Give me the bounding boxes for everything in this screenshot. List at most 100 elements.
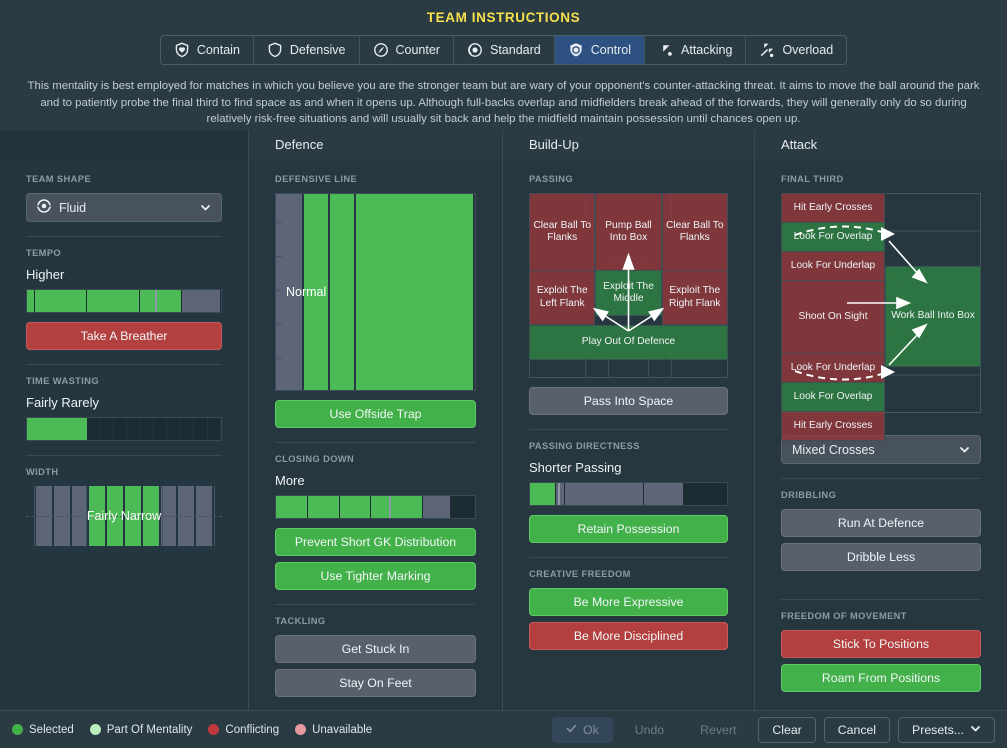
slider-segment[interactable] bbox=[530, 483, 556, 505]
slider-segment[interactable] bbox=[371, 496, 424, 518]
use-offside-trap-button[interactable]: Use Offside Trap bbox=[275, 400, 476, 428]
slider-tick[interactable] bbox=[167, 418, 181, 440]
slider-tick[interactable] bbox=[101, 418, 114, 440]
shield-standard-icon bbox=[467, 42, 483, 58]
time-wasting-fill[interactable] bbox=[27, 418, 88, 440]
cell-hit-early-crosses-top[interactable]: Hit Early Crosses bbox=[781, 193, 885, 223]
cell-clear-ball-to-flanks-right[interactable]: Clear Ball To Flanks bbox=[661, 193, 728, 271]
slider-tick[interactable] bbox=[181, 418, 195, 440]
slider-segment[interactable] bbox=[339, 496, 372, 518]
cancel-button[interactable]: Cancel bbox=[823, 716, 891, 743]
divider bbox=[26, 364, 222, 365]
roam-from-positions-button[interactable]: Roam From Positions bbox=[781, 664, 981, 692]
tempo-slider[interactable] bbox=[26, 289, 222, 313]
mentality-description: This mentality is best employed for matc… bbox=[27, 80, 980, 126]
cell-exploit-the-left-flank[interactable]: Exploit The Left Flank bbox=[529, 269, 596, 326]
mentality-tab-strip: Contain Defensive Counter Standard Control At… bbox=[159, 35, 848, 65]
slider-tick[interactable] bbox=[141, 418, 155, 440]
legend-item-selected: Selected bbox=[12, 724, 74, 736]
mentality-tab-defensive[interactable]: Defensive bbox=[254, 36, 360, 64]
mentality-tab-attacking[interactable]: Attacking bbox=[645, 36, 747, 64]
team-shape-value: Fluid bbox=[59, 200, 87, 215]
closing-down-slider[interactable] bbox=[275, 495, 476, 519]
slider-segment[interactable] bbox=[276, 496, 308, 518]
mentality-tab-overload[interactable]: Overload bbox=[746, 36, 846, 64]
slider-tick[interactable] bbox=[208, 418, 221, 440]
cell-work-ball-into-box[interactable]: Work Ball Into Box bbox=[885, 265, 981, 367]
cell-shoot-on-sight[interactable]: Shoot On Sight bbox=[781, 280, 885, 354]
slider-tick[interactable] bbox=[127, 418, 141, 440]
top-header: TEAM INSTRUCTIONS Contain Defensive Counte… bbox=[0, 0, 1007, 130]
width-slider[interactable]: Fairly Narrow bbox=[26, 486, 222, 546]
defensive-line-slider[interactable]: Normal bbox=[275, 193, 476, 391]
presets-button[interactable]: Presets... bbox=[898, 716, 995, 743]
cell-clear-ball-to-flanks-left[interactable]: Clear Ball To Flanks bbox=[529, 193, 596, 271]
mentality-tab-label: Control bbox=[590, 43, 632, 57]
slider-segment[interactable] bbox=[451, 496, 475, 518]
cell-play-out-of-defence[interactable]: Play Out Of Defence bbox=[529, 324, 728, 361]
passing-directness-label: PASSING DIRECTNESS bbox=[529, 441, 640, 451]
arrow-attacking-icon bbox=[658, 42, 674, 58]
mentality-tab-contain[interactable]: Contain bbox=[161, 36, 254, 64]
stay-on-feet-button[interactable]: Stay On Feet bbox=[275, 669, 476, 697]
defence-column-title: Defence bbox=[249, 130, 502, 160]
slider-tick[interactable] bbox=[194, 418, 208, 440]
slider-segment[interactable] bbox=[307, 496, 340, 518]
defensive-line-segment[interactable] bbox=[355, 194, 475, 390]
slider-segment[interactable] bbox=[182, 290, 221, 312]
slider-segment[interactable] bbox=[565, 483, 645, 505]
cell-look-for-underlap-bottom[interactable]: Look For Underlap bbox=[781, 352, 885, 383]
take-a-breather-button[interactable]: Take A Breather bbox=[26, 322, 222, 350]
divider bbox=[781, 478, 981, 479]
cell-exploit-the-right-flank[interactable]: Exploit The Right Flank bbox=[661, 269, 728, 326]
use-tighter-marking-button[interactable]: Use Tighter Marking bbox=[275, 562, 476, 590]
slider-marker[interactable] bbox=[557, 483, 560, 505]
cell-pump-ball-into-box[interactable]: Pump Ball Into Box bbox=[595, 193, 662, 271]
creative-freedom-label: CREATIVE FREEDOM bbox=[529, 569, 631, 579]
dribble-less-button[interactable]: Dribble Less bbox=[781, 543, 981, 571]
slider-segment[interactable] bbox=[139, 290, 183, 312]
defensive-line-segment[interactable] bbox=[329, 194, 356, 390]
slider-marker[interactable] bbox=[389, 496, 392, 518]
be-more-disciplined-button[interactable]: Be More Disciplined bbox=[529, 622, 728, 650]
prevent-short-gk-distribution-button[interactable]: Prevent Short GK Distribution bbox=[275, 528, 476, 556]
team-shape-dropdown[interactable]: Fluid bbox=[26, 193, 222, 222]
retain-possession-button[interactable]: Retain Possession bbox=[529, 515, 728, 543]
slider-marker[interactable] bbox=[155, 290, 158, 312]
divider bbox=[26, 455, 222, 456]
mentality-tab-counter[interactable]: Counter bbox=[360, 36, 454, 64]
clear-button[interactable]: Clear bbox=[758, 716, 816, 743]
divider bbox=[529, 557, 728, 558]
cell-exploit-the-middle[interactable]: Exploit The Middle bbox=[595, 269, 662, 317]
pass-into-space-button[interactable]: Pass Into Space bbox=[529, 387, 728, 415]
slider-tick[interactable] bbox=[87, 418, 101, 440]
stick-to-positions-button[interactable]: Stick To Positions bbox=[781, 630, 981, 658]
ok-button[interactable]: Ok bbox=[552, 716, 613, 743]
be-more-expressive-button[interactable]: Be More Expressive bbox=[529, 588, 728, 616]
closing-down-label: CLOSING DOWN bbox=[275, 454, 355, 464]
cell-look-for-overlap-top[interactable]: Look For Overlap bbox=[781, 222, 885, 252]
cell-look-for-overlap-bottom[interactable]: Look For Overlap bbox=[781, 381, 885, 412]
slider-tick[interactable] bbox=[114, 418, 128, 440]
mentality-tab-label: Counter bbox=[395, 43, 440, 57]
slider-segment[interactable] bbox=[423, 496, 452, 518]
cell-hit-early-crosses-bottom[interactable]: Hit Early Crosses bbox=[781, 410, 885, 441]
run-at-defence-button[interactable]: Run At Defence bbox=[781, 509, 981, 537]
slider-tick[interactable] bbox=[154, 418, 168, 440]
defensive-line-tick bbox=[276, 358, 282, 359]
slider-segment[interactable] bbox=[683, 483, 727, 505]
slider-segment[interactable] bbox=[27, 290, 35, 312]
cell-look-for-underlap-top[interactable]: Look For Underlap bbox=[781, 251, 885, 281]
mentality-tab-control[interactable]: Control bbox=[554, 36, 646, 64]
slider-segment[interactable] bbox=[644, 483, 684, 505]
slider-segment[interactable] bbox=[34, 290, 88, 312]
legend-item-conflicting: Conflicting bbox=[208, 724, 279, 736]
slider-segment[interactable] bbox=[87, 290, 140, 312]
mentality-tab-standard[interactable]: Standard bbox=[454, 36, 555, 64]
get-stuck-in-button[interactable]: Get Stuck In bbox=[275, 635, 476, 663]
legend-dot-icon bbox=[12, 724, 23, 735]
closing-down-value: More bbox=[275, 473, 305, 488]
passing-directness-slider[interactable] bbox=[529, 482, 728, 506]
time-wasting-slider[interactable] bbox=[26, 417, 222, 441]
time-wasting-ticks[interactable] bbox=[87, 418, 221, 440]
